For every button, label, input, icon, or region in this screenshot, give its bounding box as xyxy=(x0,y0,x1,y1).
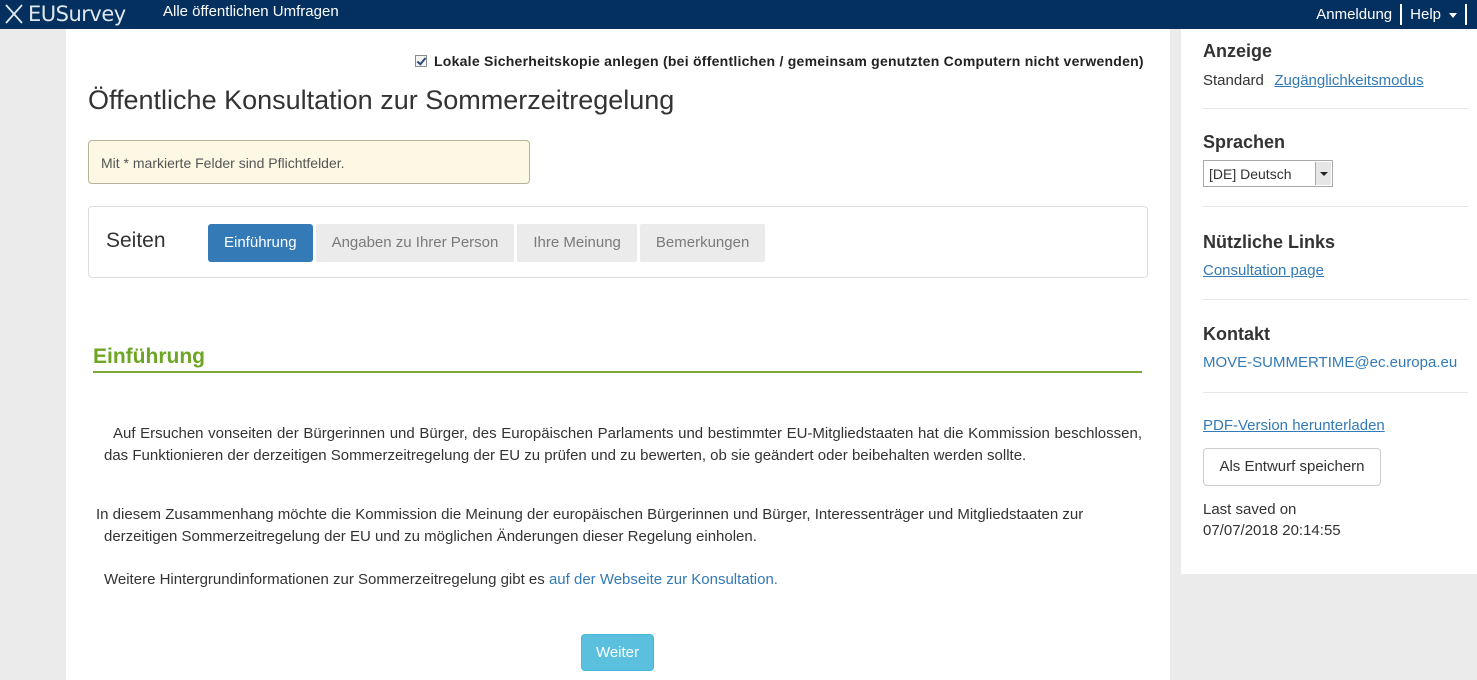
contact-email-link[interactable]: MOVE-SUMMERTIME@ec.europa.eu xyxy=(1203,354,1457,371)
display-section: Anzeige xyxy=(1203,41,1272,62)
contact-heading: Kontakt xyxy=(1203,324,1270,344)
dropdown-arrow-icon xyxy=(1315,162,1331,185)
intro-paragraph-3-text: Weitere Hintergrundinformationen zur Som… xyxy=(104,571,549,588)
page-tabs: Einführung Angaben zu Ihrer Person Ihre … xyxy=(208,224,768,262)
survey-main-panel: Lokale Sicherheitskopie anlegen (bei öff… xyxy=(66,29,1170,680)
user-navigation: Anmeldung Help xyxy=(1316,0,1467,29)
save-draft-button[interactable]: Als Entwurf speichern xyxy=(1203,448,1381,486)
language-selected-value: [DE] Deutsch xyxy=(1209,166,1292,182)
sidebar-divider xyxy=(1203,206,1468,207)
required-fields-notice: Mit * markierte Felder sind Pflichtfelde… xyxy=(88,140,530,184)
intro-paragraph-2: In diesem Zusammenhang möchte die Kommis… xyxy=(96,504,1142,548)
intro-paragraph-2-line-1: In diesem Zusammenhang möchte die Kommis… xyxy=(96,506,1084,523)
intro-paragraph-3: Weitere Hintergrundinformationen zur Som… xyxy=(104,569,1142,591)
next-button[interactable]: Weiter xyxy=(581,634,654,671)
last-saved-info: Last saved on 07/07/2018 20:14:55 xyxy=(1203,499,1341,541)
languages-section: Sprachen xyxy=(1203,132,1285,153)
login-link[interactable]: Anmeldung xyxy=(1316,6,1392,23)
survey-title: Öffentliche Konsultation zur Sommerzeitr… xyxy=(88,85,675,115)
tab-einfuehrung[interactable]: Einführung xyxy=(208,224,313,262)
display-standard-option[interactable]: Standard xyxy=(1203,72,1264,89)
contact-section: Kontakt xyxy=(1203,324,1270,345)
public-surveys-link[interactable]: Alle öffentlichen Umfragen xyxy=(163,3,339,20)
pages-navigation: Seiten Einführung Angaben zu Ihrer Perso… xyxy=(88,206,1148,278)
nav-divider xyxy=(1465,4,1467,25)
sidebar-divider xyxy=(1203,392,1468,393)
languages-heading: Sprachen xyxy=(1203,132,1286,152)
intro-paragraph-2-line-2: derzeitigen Sommerzeitregelung der EU un… xyxy=(104,528,757,545)
consultation-page-link[interactable]: Consultation page xyxy=(1203,262,1324,279)
local-backup-checkbox[interactable] xyxy=(415,55,427,67)
top-navigation-bar: EUSurvey Alle öffentlichen Umfragen Anme… xyxy=(0,0,1477,29)
useful-links-section: Nützliche Links xyxy=(1203,232,1335,253)
eusurvey-logo[interactable]: EUSurvey xyxy=(4,1,126,27)
sidebar-divider xyxy=(1203,299,1468,300)
display-heading: Anzeige xyxy=(1203,41,1273,61)
tab-ihre-meinung[interactable]: Ihre Meinung xyxy=(517,224,637,262)
logo-text: EUSurvey xyxy=(28,2,126,26)
language-select[interactable]: [DE] Deutsch xyxy=(1203,160,1333,187)
section-divider xyxy=(93,371,1142,373)
intro-paragraph-1: Auf Ersuchen vonseiten der Bürgerinnen u… xyxy=(104,425,1142,464)
display-options: Standard Zugänglichkeitsmodus xyxy=(1203,72,1424,90)
last-saved-label: Last saved on xyxy=(1203,501,1297,518)
last-saved-timestamp: 07/07/2018 20:14:55 xyxy=(1203,522,1341,539)
eusurvey-star-icon xyxy=(5,4,23,24)
local-backup-option[interactable]: Lokale Sicherheitskopie anlegen (bei öff… xyxy=(415,53,1144,69)
help-label: Help xyxy=(1410,6,1441,23)
tab-angaben-zu-ihrer-person[interactable]: Angaben zu Ihrer Person xyxy=(315,224,515,262)
pdf-download-row: PDF-Version herunterladen xyxy=(1203,417,1385,435)
nav-divider xyxy=(1400,4,1403,25)
sidebar-divider xyxy=(1203,108,1468,109)
contact-email-row: MOVE-SUMMERTIME@ec.europa.eu xyxy=(1203,354,1457,372)
pages-label: Seiten xyxy=(106,229,166,252)
consultation-website-link[interactable]: auf der Webseite zur Konsultation. xyxy=(549,571,778,588)
caret-down-icon xyxy=(1449,12,1457,18)
tab-bemerkungen[interactable]: Bemerkungen xyxy=(639,224,766,262)
local-backup-label: Lokale Sicherheitskopie anlegen (bei öff… xyxy=(434,53,1144,69)
pdf-download-link[interactable]: PDF-Version herunterladen xyxy=(1203,417,1385,434)
useful-links-list: Consultation page xyxy=(1203,262,1324,280)
sidebar: Anzeige Standard Zugänglichkeitsmodus Sp… xyxy=(1181,29,1477,574)
section-title: Einführung xyxy=(93,345,205,368)
useful-links-heading: Nützliche Links xyxy=(1203,232,1336,252)
help-dropdown[interactable]: Help xyxy=(1410,6,1457,23)
accessibility-mode-link[interactable]: Zugänglichkeitsmodus xyxy=(1274,72,1423,89)
